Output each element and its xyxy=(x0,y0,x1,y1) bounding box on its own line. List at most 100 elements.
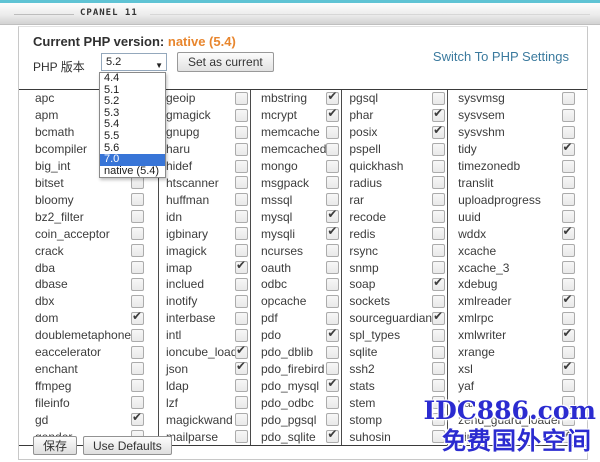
extension-checkbox[interactable] xyxy=(326,126,339,139)
extension-checkbox[interactable] xyxy=(562,193,575,206)
save-button[interactable]: 保存 xyxy=(33,436,77,455)
extension-checkbox[interactable] xyxy=(235,379,248,392)
extension-checkbox[interactable] xyxy=(235,244,248,257)
extension-checkbox[interactable] xyxy=(235,92,248,105)
extension-checkbox[interactable] xyxy=(562,278,575,291)
extension-checkbox[interactable] xyxy=(235,193,248,206)
extension-checkbox[interactable] xyxy=(432,143,445,156)
extension-checkbox[interactable] xyxy=(432,160,445,173)
extension-checkbox[interactable]: ✔ xyxy=(326,329,339,342)
extension-checkbox[interactable] xyxy=(235,143,248,156)
extension-checkbox[interactable] xyxy=(432,396,445,409)
extension-checkbox[interactable]: ✔ xyxy=(562,430,575,443)
extension-checkbox[interactable]: ✔ xyxy=(562,329,575,342)
extension-checkbox[interactable] xyxy=(432,92,445,105)
extension-checkbox[interactable] xyxy=(432,193,445,206)
extension-checkbox[interactable] xyxy=(131,227,144,240)
extension-checkbox[interactable] xyxy=(562,261,575,274)
extension-checkbox[interactable]: ✔ xyxy=(326,109,339,122)
extension-checkbox[interactable]: ✔ xyxy=(562,227,575,240)
extension-checkbox[interactable] xyxy=(131,346,144,359)
extension-checkbox[interactable]: ✔ xyxy=(432,312,445,325)
extension-checkbox[interactable] xyxy=(235,126,248,139)
extension-checkbox[interactable] xyxy=(235,176,248,189)
extension-checkbox[interactable] xyxy=(562,413,575,426)
extension-checkbox[interactable]: ✔ xyxy=(326,227,339,240)
extension-checkbox[interactable] xyxy=(326,193,339,206)
extension-checkbox[interactable] xyxy=(562,244,575,257)
extension-checkbox[interactable] xyxy=(326,362,339,375)
extension-checkbox[interactable] xyxy=(235,430,248,443)
extension-checkbox[interactable] xyxy=(326,176,339,189)
extension-checkbox[interactable] xyxy=(562,210,575,223)
extension-checkbox[interactable] xyxy=(131,362,144,375)
extension-checkbox[interactable] xyxy=(131,396,144,409)
extension-checkbox[interactable]: ✔ xyxy=(432,126,445,139)
extension-checkbox[interactable] xyxy=(432,227,445,240)
switch-to-php-settings-link[interactable]: Switch To PHP Settings xyxy=(433,49,569,64)
extension-checkbox[interactable] xyxy=(562,396,575,409)
extension-checkbox[interactable]: ✔ xyxy=(562,143,575,156)
extension-checkbox[interactable] xyxy=(326,346,339,359)
extension-checkbox[interactable] xyxy=(562,346,575,359)
extension-checkbox[interactable] xyxy=(235,278,248,291)
extension-checkbox[interactable] xyxy=(235,312,248,325)
extension-checkbox[interactable]: ✔ xyxy=(562,362,575,375)
dropdown-option[interactable]: native (5.4) xyxy=(100,166,165,178)
extension-checkbox[interactable] xyxy=(326,295,339,308)
extension-checkbox[interactable]: ✔ xyxy=(235,362,248,375)
extension-checkbox[interactable] xyxy=(131,278,144,291)
extension-checkbox[interactable] xyxy=(432,413,445,426)
extension-checkbox[interactable]: ✔ xyxy=(326,92,339,105)
dropdown-option[interactable]: 5.5 xyxy=(100,131,165,143)
extension-checkbox[interactable] xyxy=(235,210,248,223)
extension-checkbox[interactable] xyxy=(235,295,248,308)
extension-checkbox[interactable]: ✔ xyxy=(235,346,248,359)
extension-checkbox[interactable] xyxy=(235,413,248,426)
extension-checkbox[interactable] xyxy=(432,244,445,257)
extension-checkbox[interactable] xyxy=(131,176,144,189)
extension-checkbox[interactable] xyxy=(131,193,144,206)
extension-checkbox[interactable] xyxy=(235,109,248,122)
extension-checkbox[interactable]: ✔ xyxy=(131,312,144,325)
extension-checkbox[interactable] xyxy=(131,295,144,308)
extension-checkbox[interactable] xyxy=(131,210,144,223)
extension-checkbox[interactable]: ✔ xyxy=(235,261,248,274)
extension-checkbox[interactable] xyxy=(326,396,339,409)
extension-checkbox[interactable] xyxy=(131,261,144,274)
extension-checkbox[interactable] xyxy=(432,379,445,392)
extension-checkbox[interactable] xyxy=(235,160,248,173)
extension-checkbox[interactable] xyxy=(562,312,575,325)
extension-checkbox[interactable] xyxy=(131,329,144,342)
extension-checkbox[interactable] xyxy=(235,396,248,409)
extension-checkbox[interactable] xyxy=(562,176,575,189)
extension-checkbox[interactable] xyxy=(326,312,339,325)
extension-checkbox[interactable] xyxy=(326,160,339,173)
extension-checkbox[interactable] xyxy=(131,244,144,257)
extension-checkbox[interactable] xyxy=(432,210,445,223)
extension-checkbox[interactable] xyxy=(326,278,339,291)
extension-checkbox[interactable] xyxy=(432,295,445,308)
extension-checkbox[interactable] xyxy=(562,92,575,105)
extension-checkbox[interactable]: ✔ xyxy=(432,278,445,291)
extension-checkbox[interactable] xyxy=(562,379,575,392)
extension-checkbox[interactable]: ✔ xyxy=(326,379,339,392)
php-version-select[interactable]: 5.2 ▼ xyxy=(101,53,167,71)
set-as-current-button[interactable]: Set as current xyxy=(177,52,274,72)
extension-checkbox[interactable] xyxy=(432,362,445,375)
extension-checkbox[interactable]: ✔ xyxy=(326,210,339,223)
extension-checkbox[interactable] xyxy=(235,227,248,240)
extension-checkbox[interactable]: ✔ xyxy=(562,295,575,308)
extension-checkbox[interactable] xyxy=(432,176,445,189)
extension-checkbox[interactable] xyxy=(562,109,575,122)
extension-checkbox[interactable] xyxy=(432,346,445,359)
extension-checkbox[interactable] xyxy=(432,329,445,342)
extension-checkbox[interactable] xyxy=(326,261,339,274)
use-defaults-button[interactable]: Use Defaults xyxy=(83,436,172,455)
extension-checkbox[interactable] xyxy=(562,126,575,139)
extension-checkbox[interactable] xyxy=(562,160,575,173)
dropdown-option[interactable]: 4.4 xyxy=(100,73,165,85)
extension-checkbox[interactable] xyxy=(235,329,248,342)
extension-checkbox[interactable] xyxy=(131,379,144,392)
extension-checkbox[interactable]: ✔ xyxy=(131,413,144,426)
